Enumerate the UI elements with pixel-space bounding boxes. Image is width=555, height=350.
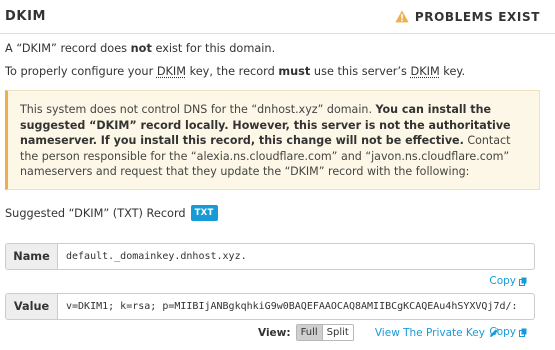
record-type-badge: TXT — [190, 205, 218, 221]
dkim-panel: DKIM PROBLEMS EXIST A “DKIM” record does… — [0, 0, 555, 350]
copy-icon — [519, 328, 527, 337]
message-text: A “DKIM” record does — [5, 42, 131, 55]
message-text: exist for this domain. — [151, 42, 276, 55]
dns-warning-alert: This system does not control DNS for the… — [5, 90, 540, 190]
panel-title: DKIM — [5, 9, 47, 24]
configure-message: To properly configure your DKIM key, the… — [5, 64, 465, 80]
suggested-record-heading: Suggested “DKIM” (TXT) Record TXT — [5, 205, 218, 221]
status-indicator: PROBLEMS EXIST — [395, 10, 540, 24]
private-key-label: View The Private Key — [374, 326, 485, 339]
message-text: key, the record — [186, 65, 279, 78]
copy-value-button[interactable]: Copy — [489, 326, 527, 338]
value-field: Value v=DKIM1; k=rsa; p=MIIBIjANBgkqhkiG… — [5, 293, 535, 320]
panel-header: DKIM PROBLEMS EXIST — [0, 0, 555, 34]
name-field-value[interactable]: default._domainkey.dnhost.xyz. — [58, 244, 534, 269]
view-button-group: Full Split — [295, 324, 354, 341]
name-field: Name default._domainkey.dnhost.xyz. — [5, 243, 535, 270]
dkim-abbreviation: DKIM — [410, 65, 440, 78]
view-private-key-link[interactable]: View The Private Key — [375, 327, 499, 339]
value-field-label: Value — [6, 294, 58, 319]
message-text: use this server’s — [310, 65, 411, 78]
dkim-abbreviation: DKIM — [156, 65, 186, 78]
message-emphasis: not — [130, 42, 152, 55]
status-text: PROBLEMS EXIST — [414, 9, 540, 24]
message-text: To properly configure your — [5, 65, 157, 78]
value-field-value[interactable]: v=DKIM1; k=rsa; p=MIIBIjANBgkqhkiG9w0BAQ… — [58, 294, 534, 319]
alert-text: This system does not control DNS for the… — [20, 103, 376, 116]
warning-icon — [395, 10, 409, 23]
view-full-button[interactable]: Full — [296, 325, 322, 340]
suggested-record-label: Suggested “DKIM” (TXT) Record — [5, 206, 186, 220]
copy-icon — [519, 277, 527, 286]
view-toggle: View: Full Split View The Private Key — [258, 324, 499, 341]
view-split-button[interactable]: Split — [321, 325, 353, 340]
view-label: View: — [258, 326, 291, 339]
copy-label: Copy — [489, 275, 516, 287]
name-field-label: Name — [6, 244, 58, 269]
copy-label: Copy — [489, 326, 516, 338]
message-text: key. — [439, 65, 466, 78]
record-missing-message: A “DKIM” record does not exist for this … — [5, 41, 275, 57]
message-emphasis: must — [278, 65, 311, 78]
copy-name-button[interactable]: Copy — [489, 275, 527, 287]
